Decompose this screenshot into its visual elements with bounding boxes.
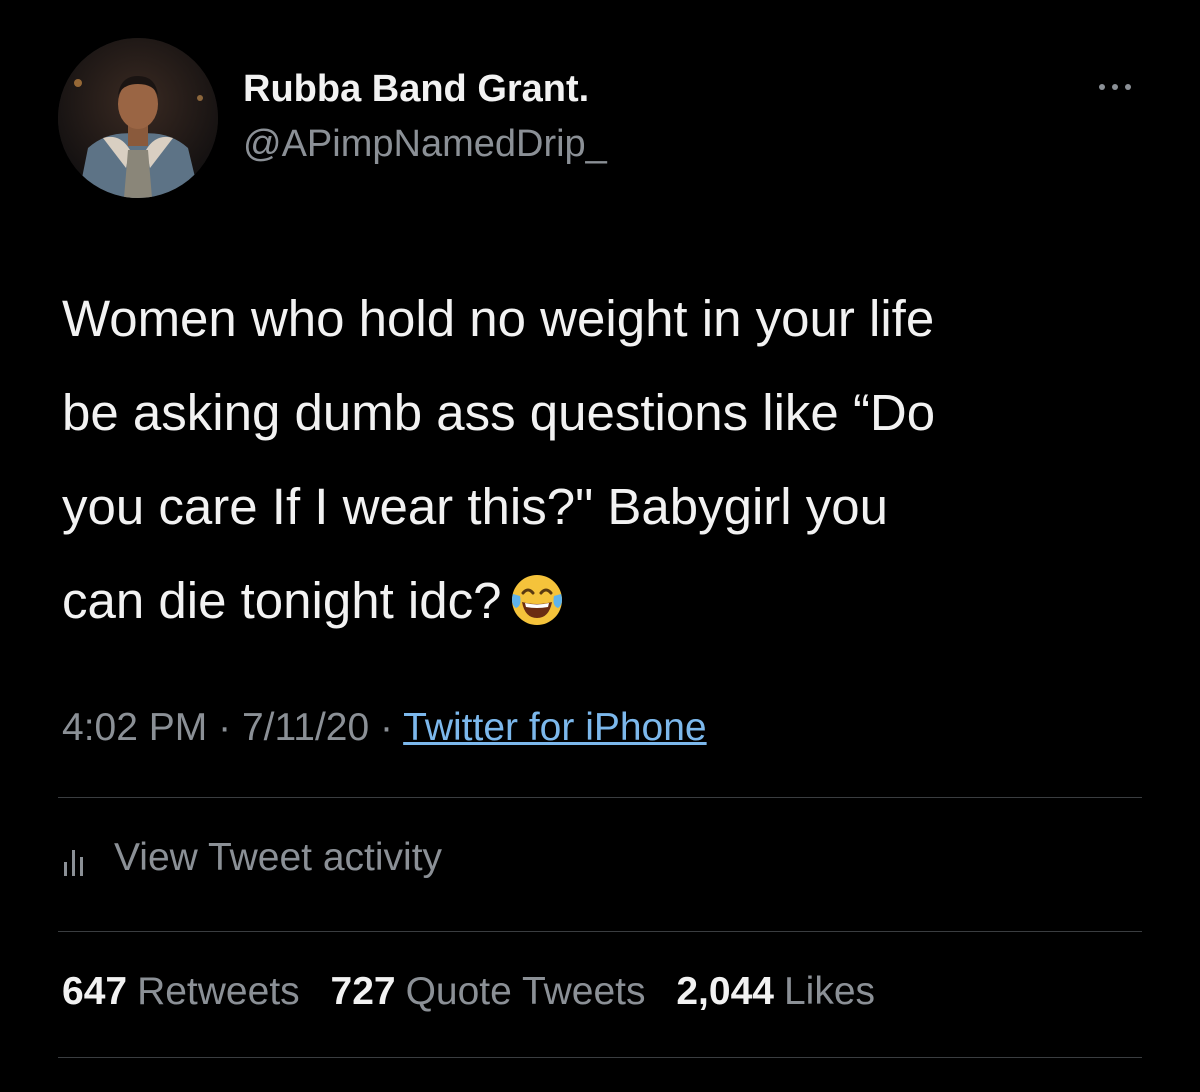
tweet-body: Women who hold no weight in your life be… bbox=[62, 290, 936, 629]
tweet-meta: 4:02 PM · 7/11/20 · Twitter for iPhone bbox=[62, 706, 707, 750]
avatar[interactable] bbox=[58, 38, 218, 198]
retweets-count: 647 bbox=[62, 970, 128, 1013]
divider bbox=[58, 1057, 1142, 1058]
quote-tweets-stat[interactable]: 727 Quote Tweets bbox=[331, 970, 646, 1013]
quote-tweets-count: 727 bbox=[330, 970, 396, 1013]
quote-tweets-label: Quote Tweets bbox=[405, 970, 646, 1013]
tweet-stats: 647 Retweets 727 Quote Tweets 2,044 Likes bbox=[62, 970, 895, 1014]
retweets-label: Retweets bbox=[137, 970, 300, 1013]
likes-count: 2,044 bbox=[676, 970, 774, 1013]
meta-separator: · bbox=[218, 706, 232, 749]
divider bbox=[58, 931, 1142, 932]
avatar-photo bbox=[58, 38, 218, 198]
divider bbox=[58, 797, 1142, 798]
likes-stat[interactable]: 2,044 Likes bbox=[676, 970, 875, 1013]
tweet-date: 7/11/20 bbox=[241, 706, 370, 749]
meta-separator: · bbox=[380, 706, 394, 749]
tweet-time: 4:02 PM bbox=[62, 706, 208, 749]
retweets-stat[interactable]: 647 Retweets bbox=[62, 970, 300, 1013]
tweet-card: Rubba Band Grant. @APimpNamedDrip_ Women… bbox=[0, 0, 1200, 1092]
view-tweet-activity-button[interactable]: View Tweet activity bbox=[62, 836, 442, 880]
more-options-icon[interactable] bbox=[1090, 72, 1140, 102]
author-name[interactable]: Rubba Band Grant. bbox=[243, 68, 589, 111]
likes-label: Likes bbox=[783, 970, 876, 1013]
bar-chart-icon bbox=[64, 850, 83, 876]
view-tweet-activity-label: View Tweet activity bbox=[114, 836, 443, 879]
tweet-source-link[interactable]: Twitter for iPhone bbox=[403, 706, 706, 749]
tweet-text: Women who hold no weight in your life be… bbox=[62, 272, 1162, 648]
author-handle[interactable]: @APimpNamedDrip_ bbox=[243, 123, 607, 166]
face-with-tears-of-joy-icon bbox=[509, 564, 565, 625]
